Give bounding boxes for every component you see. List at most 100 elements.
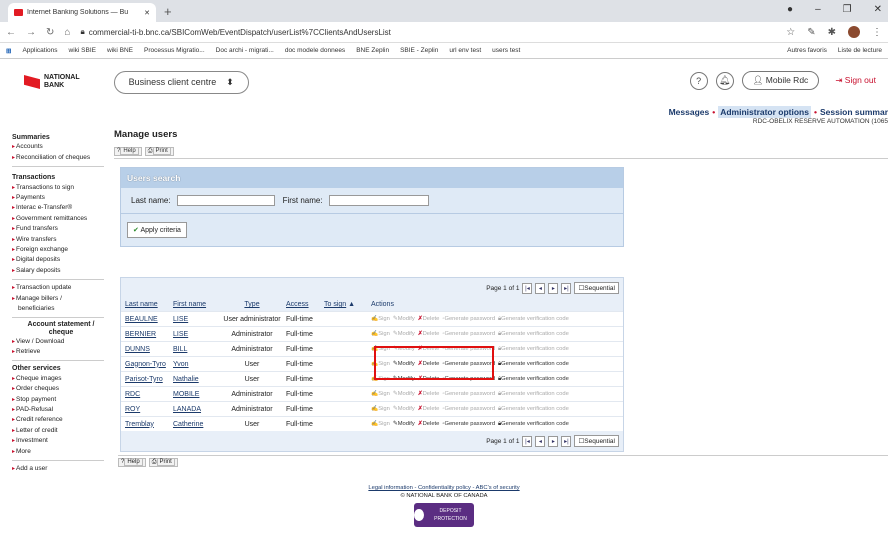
reading-list[interactable]: Liste de lecture xyxy=(838,47,882,54)
cell-last-name[interactable]: Gagnon-Tyro xyxy=(125,361,173,368)
cell-first-name[interactable]: Nathalie xyxy=(173,376,218,383)
generate-password-action[interactable]: ◦Generate password xyxy=(442,391,495,397)
delete-action[interactable]: ✗Delete xyxy=(418,406,440,412)
browser-tab[interactable]: Internet Banking Solutions — Bu ✕ xyxy=(8,3,156,22)
cell-last-name[interactable]: Parisot-Tyro xyxy=(125,376,173,383)
generate-code-action[interactable]: 🔒︎Generate verification code xyxy=(498,421,569,428)
cell-first-name[interactable]: Catherine xyxy=(173,421,218,428)
sidebar-item[interactable]: Cheque images xyxy=(12,374,110,384)
sidebar-item[interactable]: Order cheques xyxy=(12,384,110,394)
sidebar-item[interactable]: Transaction update xyxy=(12,283,110,293)
bookmark-item[interactable]: BNE Zeplin xyxy=(356,47,389,54)
bookmark-item[interactable]: doc modele donnees xyxy=(285,47,345,54)
sign-out-link[interactable]: ⇥ Sign out xyxy=(835,75,876,86)
profile-indicator-icon[interactable]: ● xyxy=(787,4,793,15)
minimize-icon[interactable]: – xyxy=(815,4,821,15)
nav-messages[interactable]: Messages xyxy=(669,107,710,117)
col-type[interactable]: Type xyxy=(218,301,286,308)
sidebar-item[interactable]: Wire transfers xyxy=(12,235,110,245)
sidebar-item-add-user[interactable]: Add a user xyxy=(12,464,110,474)
last-page-icon[interactable]: ▸| xyxy=(561,435,572,447)
prev-page-icon[interactable]: ◂ xyxy=(535,282,546,294)
help-button[interactable]: ? Help xyxy=(114,147,142,156)
url-field[interactable]: 🔒︎ commercial-ti-b.bnc.ca/SBIComWeb/Even… xyxy=(80,27,776,37)
print-button[interactable]: ⎙ Print xyxy=(144,147,174,156)
sequential-button[interactable]: ☐Sequential xyxy=(574,282,619,294)
footer-links[interactable]: Legal information - Confidentiality poli… xyxy=(0,484,888,492)
sidebar-item[interactable]: Government remittances xyxy=(12,214,110,224)
last-name-input[interactable] xyxy=(176,195,275,206)
col-last-name[interactable]: Last name xyxy=(125,301,173,308)
sidebar-item[interactable]: Accounts xyxy=(12,142,110,152)
pen-icon[interactable]: ✎ xyxy=(807,27,815,38)
centre-select[interactable]: Business client centre ⬍ xyxy=(113,70,249,94)
cell-last-name[interactable]: BEAULNE xyxy=(125,316,173,323)
bank-logo[interactable]: NATIONAL BANK xyxy=(24,74,80,90)
forward-icon[interactable]: → xyxy=(26,27,36,38)
bookmark-item[interactable]: wiki BNE xyxy=(107,47,133,54)
sidebar-item[interactable]: Manage billers / xyxy=(12,294,110,304)
bookmark-item[interactable]: wiki SBIE xyxy=(69,47,96,54)
delete-action[interactable]: ✗Delete xyxy=(418,316,440,322)
user-menu-button[interactable]: 👤︎ Mobile Rdc xyxy=(741,71,820,90)
sidebar-item[interactable]: Interac e-Transfer® xyxy=(12,203,110,213)
cell-first-name[interactable]: Yvon xyxy=(173,361,218,368)
generate-code-action[interactable]: 🔒︎Generate verification code xyxy=(498,316,569,323)
home-icon[interactable]: ⌂ xyxy=(64,27,70,38)
generate-password-action[interactable]: ◦Generate password xyxy=(442,421,495,427)
next-page-icon[interactable]: ▸ xyxy=(548,282,559,294)
print-button[interactable]: ⎙ Print xyxy=(148,458,178,467)
bookmark-folder[interactable]: Autres favoris xyxy=(787,47,827,54)
sidebar-item[interactable]: Digital deposits xyxy=(12,255,110,265)
generate-code-action[interactable]: 🔒︎Generate verification code xyxy=(498,391,569,398)
cell-first-name[interactable]: LANADA xyxy=(173,406,218,413)
sidebar-item[interactable]: Payments xyxy=(12,193,110,203)
cell-last-name[interactable]: Tremblay xyxy=(125,421,173,428)
delete-action[interactable]: ✗Delete xyxy=(418,421,440,427)
generate-code-action[interactable]: 🔒︎Generate verification code xyxy=(498,346,569,353)
sidebar-item[interactable]: Fund transfers xyxy=(12,224,110,234)
first-name-input[interactable] xyxy=(328,195,429,206)
sidebar-item[interactable]: Stop payment xyxy=(12,395,110,405)
cell-first-name[interactable]: LISE xyxy=(173,331,218,338)
sidebar-item[interactable]: Investment xyxy=(12,436,110,446)
generate-code-action[interactable]: 🔒︎Generate verification code xyxy=(498,331,569,338)
close-window-icon[interactable]: ✕ xyxy=(874,4,882,15)
avatar[interactable] xyxy=(848,26,860,38)
cell-last-name[interactable]: ROY xyxy=(125,406,173,413)
nav-session-summary[interactable]: Session summar xyxy=(820,107,888,117)
cell-last-name[interactable]: BERNIER xyxy=(125,331,173,338)
bookmark-item[interactable]: Processus Migratio... xyxy=(144,47,205,54)
cell-first-name[interactable]: MOBILE xyxy=(173,391,218,398)
first-page-icon[interactable]: |◂ xyxy=(522,282,533,294)
delete-action[interactable]: ✗Delete xyxy=(418,331,440,337)
close-tab-icon[interactable]: ✕ xyxy=(144,9,150,17)
sidebar-item[interactable]: More xyxy=(12,447,110,457)
sidebar-item-continued[interactable]: beneficiaries xyxy=(12,304,110,313)
generate-password-action[interactable]: ◦Generate password xyxy=(442,406,495,412)
cell-first-name[interactable]: BILL xyxy=(173,346,218,353)
sequential-button[interactable]: ☐Sequential xyxy=(574,435,619,447)
modify-action[interactable]: ✎Modify xyxy=(393,391,415,397)
sidebar-item[interactable]: Retrieve xyxy=(12,347,110,357)
generate-password-action[interactable]: ◦Generate password xyxy=(442,331,495,337)
deposit-protection-badge[interactable]: DEPOSIT PROTECTION xyxy=(414,503,474,527)
help-icon[interactable]: ? xyxy=(689,71,708,90)
bookmark-item[interactable]: SBIE - Zeplin xyxy=(400,47,438,54)
last-page-icon[interactable]: ▸| xyxy=(561,282,572,294)
sidebar-item[interactable]: Credit reference xyxy=(12,415,110,425)
cell-last-name[interactable]: RDC xyxy=(125,391,173,398)
cell-first-name[interactable]: LISE xyxy=(173,316,218,323)
sidebar-item[interactable]: Foreign exchange xyxy=(12,245,110,255)
sidebar-item[interactable]: PAD-Refusal xyxy=(12,405,110,415)
col-access[interactable]: Access xyxy=(286,301,324,308)
bookmark-item[interactable]: Doc archi - migrati... xyxy=(216,47,274,54)
modify-action[interactable]: ✎Modify xyxy=(393,421,415,427)
next-page-icon[interactable]: ▸ xyxy=(548,435,559,447)
cell-last-name[interactable]: DUNNS xyxy=(125,346,173,353)
generate-code-action[interactable]: 🔒︎Generate verification code xyxy=(498,361,569,368)
modify-action[interactable]: ✎Modify xyxy=(393,406,415,412)
sidebar-item[interactable]: Transactions to sign xyxy=(12,183,110,193)
sidebar-item[interactable]: Letter of credit xyxy=(12,426,110,436)
generate-code-action[interactable]: 🔒︎Generate verification code xyxy=(498,376,569,383)
